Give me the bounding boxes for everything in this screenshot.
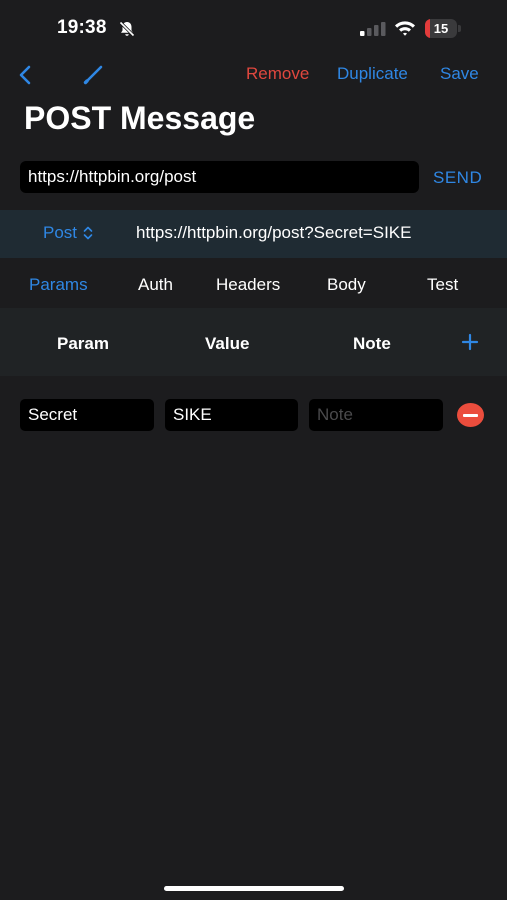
method-select[interactable]: Post xyxy=(43,223,93,243)
plus-icon[interactable] xyxy=(460,332,480,352)
wifi-icon xyxy=(395,21,415,36)
column-header-note: Note xyxy=(353,334,391,353)
bell-slash-icon xyxy=(119,21,135,37)
method-bar: Post https://httpbin.org/post?Secret=SIK… xyxy=(0,210,507,258)
table-row xyxy=(0,398,507,432)
tab-auth[interactable]: Auth xyxy=(138,275,173,295)
chevron-up-down-icon xyxy=(83,226,93,240)
tab-headers[interactable]: Headers xyxy=(216,275,280,295)
pencil-icon[interactable] xyxy=(82,62,106,86)
cellular-signal-icon xyxy=(360,22,386,36)
send-button[interactable]: SEND xyxy=(433,168,482,188)
tab-test[interactable]: Test xyxy=(427,275,458,295)
method-label: Post xyxy=(43,223,78,242)
home-indicator xyxy=(164,886,344,891)
remove-button[interactable]: Remove xyxy=(246,64,309,84)
duplicate-button[interactable]: Duplicate xyxy=(337,64,408,84)
tab-bar: Params Auth Headers Body Test xyxy=(0,258,507,308)
status-time: 19:38 xyxy=(57,17,107,38)
nav-bar: Remove Duplicate Save xyxy=(0,58,507,92)
param-value-input[interactable] xyxy=(165,399,298,431)
status-bar: 19:38 15 xyxy=(0,0,507,56)
minus-circle-icon[interactable] xyxy=(457,403,484,427)
tab-body[interactable]: Body xyxy=(327,275,366,295)
param-name-input[interactable] xyxy=(20,399,154,431)
param-note-input[interactable] xyxy=(309,399,443,431)
tab-params[interactable]: Params xyxy=(29,275,88,295)
chevron-left-icon[interactable] xyxy=(14,62,36,88)
battery-icon: 15 xyxy=(425,19,461,38)
params-table-header: Param Value Note xyxy=(0,308,507,376)
column-header-param: Param xyxy=(57,334,109,353)
save-button[interactable]: Save xyxy=(440,64,479,84)
url-input[interactable] xyxy=(20,161,419,193)
page-title: POST Message xyxy=(24,100,256,136)
full-url-label: https://httpbin.org/post?Secret=SIKE xyxy=(136,223,412,242)
column-header-value: Value xyxy=(205,334,250,353)
battery-level: 15 xyxy=(433,21,449,36)
